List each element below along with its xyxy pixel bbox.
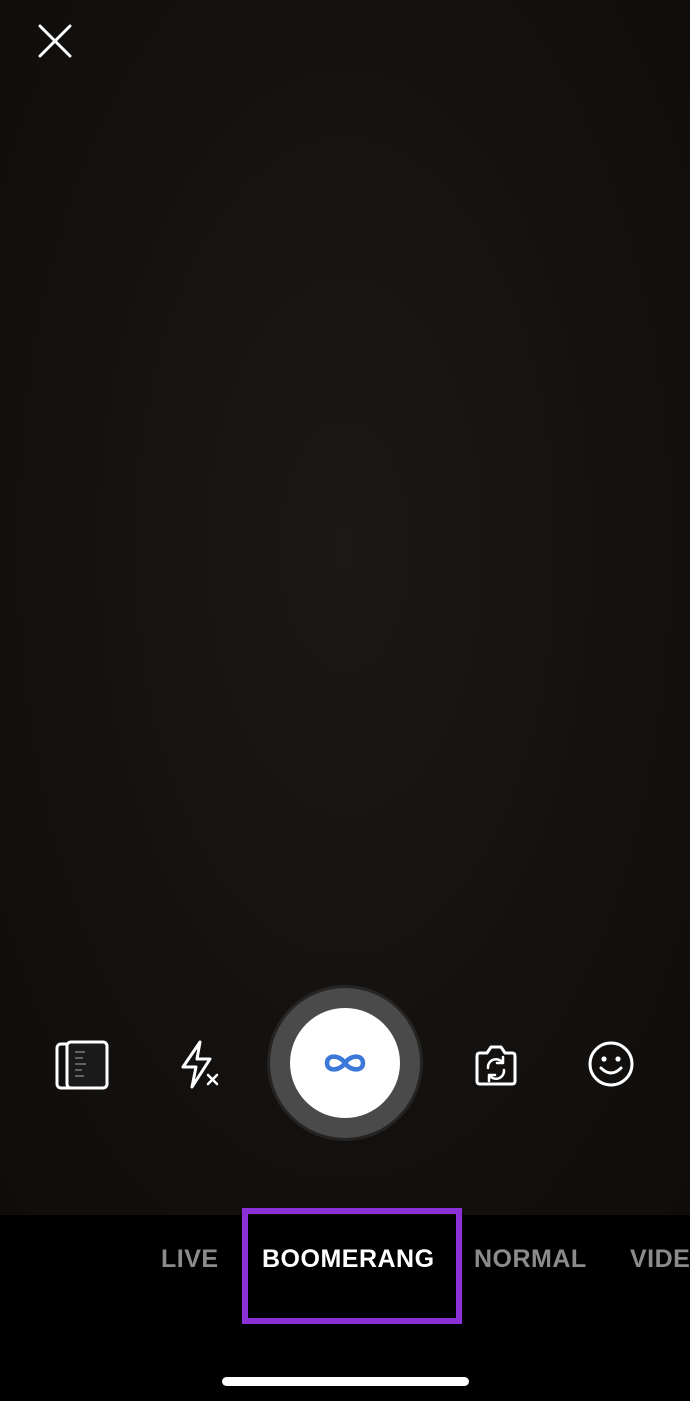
camera-mode-selector: LIVE BOOMERANG NORMAL VIDE [0,1215,690,1401]
camera-screen: LIVE BOOMERANG NORMAL VIDE [0,0,690,1401]
mode-video[interactable]: VIDE [630,1245,690,1274]
shutter-inner [290,1008,400,1118]
smiley-face-icon [588,1041,634,1087]
flip-camera-button[interactable] [470,1039,522,1091]
close-icon [38,24,72,58]
mode-live[interactable]: LIVE [161,1245,219,1274]
effects-button[interactable] [584,1037,638,1091]
gallery-button[interactable] [52,1037,112,1093]
flash-off-icon [181,1040,219,1089]
mode-boomerang[interactable]: BOOMERANG [262,1245,435,1274]
flip-camera-icon [475,1045,517,1086]
camera-controls [0,985,690,1141]
close-button[interactable] [32,18,78,64]
flash-button[interactable] [172,1037,224,1093]
home-indicator[interactable] [222,1377,469,1386]
mode-normal[interactable]: NORMAL [474,1245,587,1274]
shutter-button[interactable] [270,988,420,1138]
infinity-icon [324,1054,366,1072]
gallery-icon [55,1040,109,1090]
